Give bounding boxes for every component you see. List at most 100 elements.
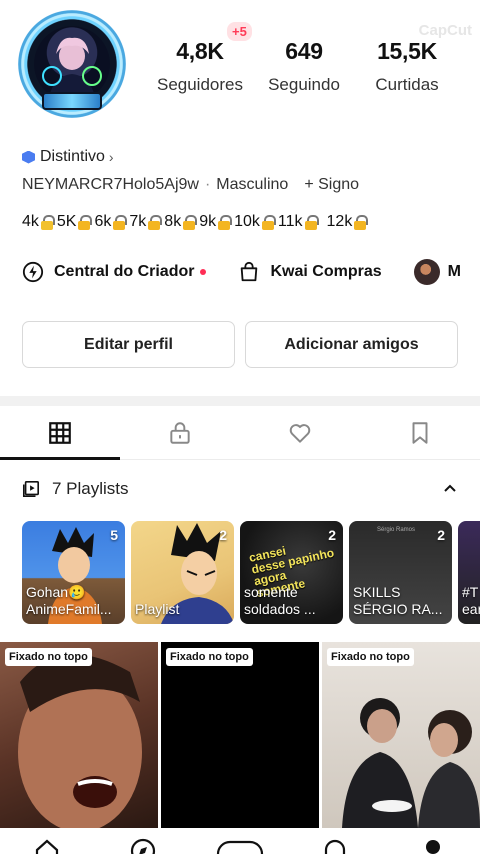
lock-key-icon [182,214,198,230]
distintivo-label: Distintivo [40,148,105,165]
following-count: 649 [285,38,323,64]
more-label: M [447,263,461,280]
home-icon[interactable] [34,838,60,854]
lock-key-icon [77,214,93,230]
level-text: 10k [234,213,260,230]
likes-stat[interactable]: 15,5K Curtidas [352,38,462,95]
pinned-badge: Fixado no topo [5,648,92,666]
profile-avatar[interactable] [18,10,126,118]
mini-avatar [413,259,440,285]
profile-info-line: NEYMARCR7Holo5Aj9w · Masculino + Signo [22,176,359,194]
level-item: 9k [199,213,233,231]
level-text: 5K [56,213,77,230]
playlist-card[interactable]: Sérgio Ramos 2 SKILLS SÉRGIO RA... [349,521,452,624]
create-icon[interactable] [216,838,264,854]
kwai-shop-link[interactable]: Kwai Compras [238,261,382,283]
add-friends-button[interactable]: Adicionar amigos [245,321,458,368]
video-thumbnail[interactable]: Fixado no topo [322,642,480,828]
lock-key-icon [261,214,276,230]
level-item: 6k [94,213,128,231]
section-divider [0,396,480,406]
tab-saved[interactable] [360,406,480,460]
playlist-card[interactable]: #T ear [458,521,480,624]
discover-icon[interactable] [130,838,156,854]
distintivo-link[interactable]: Distintivo › [22,148,114,166]
add-sign-link[interactable]: + Signo [304,176,359,193]
playlist-author: Sérgio Ramos [377,527,416,533]
pinned-badge: Fixado no topo [166,648,253,666]
followers-count: 4,8K [176,38,224,64]
creator-center-link[interactable]: Central do Criador [22,261,207,283]
level-text: 9k [199,213,217,230]
playlist-card[interactable]: 2 Playlist [131,521,234,624]
heart-icon [289,424,311,443]
video-thumbnail[interactable]: Fixado no topo [161,642,319,828]
capcut-watermark: CapCut [418,22,472,39]
video-frame-icon [342,698,480,828]
level-item: 5K [56,213,93,231]
grid-icon [49,422,71,444]
following-label: Seguindo [268,75,340,94]
followers-stat[interactable]: 4,8K Seguidores [145,38,255,95]
followers-label: Seguidores [156,75,243,94]
inbox-icon[interactable] [322,838,348,854]
level-text: 4k [22,213,39,230]
video-thumbnail[interactable]: Fixado no topo [0,642,158,828]
level-item: 8k [164,213,198,231]
username: NEYMARCR7Holo5Aj9w [22,176,199,193]
lock-icon [40,214,55,230]
bookmark-icon [412,422,428,444]
level-item: 11k [277,213,319,231]
more-link[interactable]: M [413,259,461,285]
likes-label: Curtidas [375,75,439,94]
level-text: 8k [164,213,182,230]
playlist-video-count: 5 [110,527,118,543]
lock-key-icon [147,214,163,230]
video-frame-icon [18,654,142,828]
level-text: 11k [277,213,303,230]
playlist-title: somente soldados ... [244,584,316,617]
following-stat[interactable]: 649 Seguindo [249,38,359,95]
tab-liked[interactable] [240,406,360,460]
tab-private[interactable] [120,406,240,460]
active-tab-indicator [0,457,120,460]
lightning-circle-icon [22,261,44,283]
new-followers-badge: +5 [227,22,252,41]
avatar-image [34,26,110,102]
gender: Masculino [216,176,289,193]
playlists-row: 5 Gohan🥲 AnimeFamil... 2 Playlist cansei… [22,521,480,625]
playlist-icon [22,480,40,498]
lock-key-icon [217,214,233,230]
chevron-right-icon: › [108,149,114,165]
badge-hexagon-icon [22,150,35,164]
quick-links-row: Central do Criador Kwai Compras M [22,258,480,286]
level-item: 10k [234,213,276,231]
bottom-navigation [0,828,480,854]
level-text: 6k [94,213,112,230]
content-tabs [0,406,480,460]
creator-center-label: Central do Criador [54,263,195,280]
anime-character-icon [42,37,102,102]
playlists-count-label: 7 Playlists [52,479,129,498]
playlist-title: Gohan🥲 AnimeFamil... [26,584,112,617]
level-item: 7k [129,213,163,231]
profile-icon[interactable] [420,838,446,854]
playlist-card[interactable]: cansei desse papinho agora somente 2 som… [240,521,343,624]
lock-key-icon [353,214,369,230]
playlist-title: SKILLS SÉRGIO RA... [353,584,443,617]
playlists-header[interactable]: 7 Playlists [22,479,462,499]
likes-count: 15,5K [377,38,437,64]
separator-dot: · [204,176,211,193]
lock-key-icon [304,214,319,230]
level-item: 12k [326,213,369,231]
kwai-shop-label: Kwai Compras [270,263,382,280]
edit-profile-button[interactable]: Editar perfil [22,321,235,368]
level-text: 12k [326,213,353,230]
tab-videos[interactable] [0,406,120,460]
playlist-card[interactable]: 5 Gohan🥲 AnimeFamil... [22,521,125,624]
level-text: 7k [129,213,147,230]
playlist-video-count: 2 [219,527,227,543]
chevron-up-icon[interactable] [442,480,458,496]
playlist-title: #T ear [462,584,480,617]
pinned-badge: Fixado no topo [327,648,414,666]
